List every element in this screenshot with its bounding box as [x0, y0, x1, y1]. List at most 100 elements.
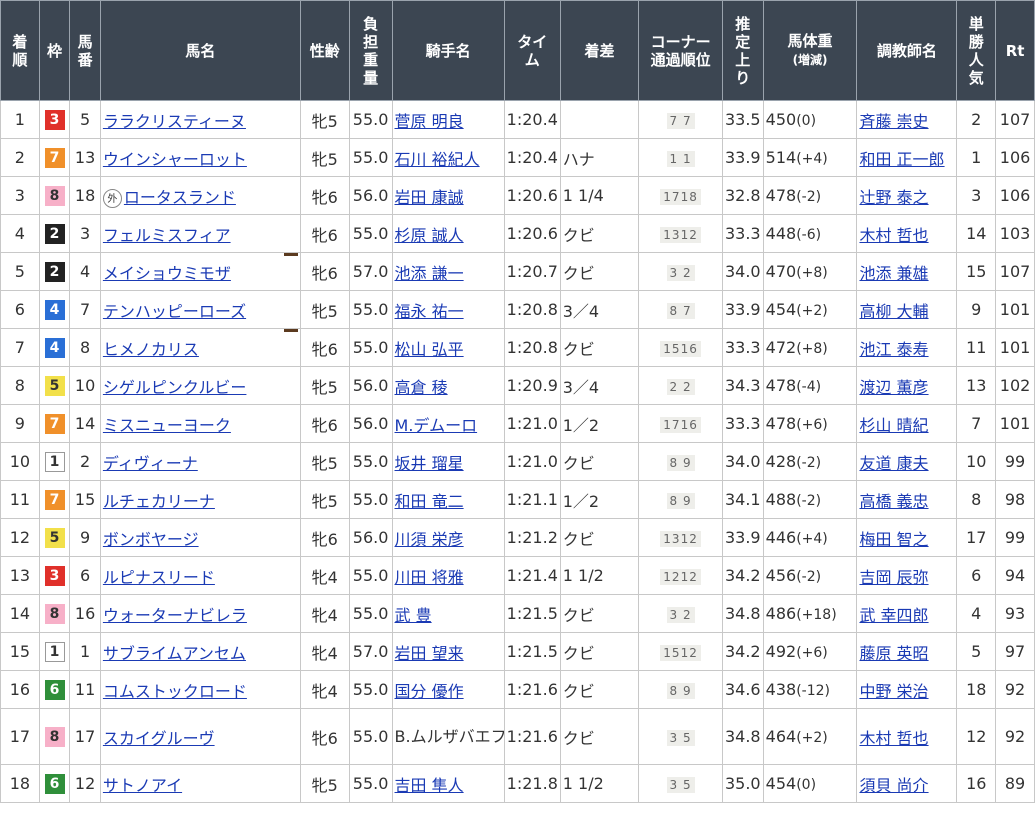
table-row: 4 2 3 フェルミスフィア 牝6 55.0 杉原 誠人 1:20.6 クビ 1312 33.3 44… [0, 214, 1035, 253]
header-bodyweight-text: (増減) [792, 53, 828, 67]
waku-cell: 6 [38, 670, 71, 709]
weight-cell: 55.0 [348, 100, 393, 139]
horse-name-link[interactable]: スカイグルーヴ [103, 729, 215, 748]
jockey-link[interactable]: 福永 祐一 [395, 302, 464, 321]
trainer-link[interactable]: 須貝 尚介 [859, 776, 928, 795]
horse-name-link[interactable]: ウインシャーロット [103, 150, 247, 169]
trainer-link[interactable]: 和田 正一郎 [859, 150, 944, 169]
weight-cell: 55.0 [348, 138, 393, 177]
agari-cell: 34.8 [721, 708, 764, 765]
trainer-link[interactable]: 木村 哲也 [859, 729, 928, 748]
jockey-link[interactable]: 松山 弘平 [395, 340, 464, 359]
jockey-link[interactable]: 杉原 誠人 [395, 226, 464, 245]
jockey-link[interactable]: 川須 栄彦 [395, 530, 464, 549]
header-sexage-text: 性齢 [309, 41, 340, 60]
table-row: 13 3 6 ルピナスリード 牝4 55.0 川田 将雅 1:21.4 1 1/2 1212 34.… [0, 556, 1035, 595]
body-weight-value: 438 [765, 680, 797, 699]
horse-name-link[interactable]: ディヴィーナ [103, 454, 198, 473]
horse-name-link[interactable]: ロータスランド [124, 188, 236, 207]
umaban-cell: 14 [69, 404, 101, 443]
jockey-link[interactable]: 吉田 隼人 [395, 776, 464, 795]
trainer-link[interactable]: 辻野 泰之 [859, 188, 928, 207]
body-weight-cell: 486(+18) [762, 594, 858, 633]
margin-cell: クビ [559, 708, 640, 765]
horse-name-link[interactable]: サブライムアンセム [103, 644, 246, 663]
jockey-link[interactable]: 川田 将雅 [395, 568, 464, 587]
trainer-cell: 武 幸四郎 [856, 594, 958, 633]
time-cell: 1:21.5 [503, 632, 561, 671]
rank-cell: 18 [0, 764, 40, 803]
weight-cell: 57.0 [348, 252, 393, 291]
time-cell: 1:20.6 [503, 214, 561, 253]
trainer-link[interactable]: 中野 栄治 [859, 682, 928, 701]
body-weight-delta: (-2) [796, 493, 822, 509]
trainer-link[interactable]: 斉藤 崇史 [859, 112, 928, 131]
jockey-link[interactable]: 岩田 望来 [395, 644, 464, 663]
horse-name-link[interactable]: ヒメノカリス [103, 340, 199, 359]
jockey-link[interactable]: 坂井 瑠星 [395, 454, 464, 473]
jockey-link[interactable]: M.デムーロ [395, 416, 478, 435]
jockey-link[interactable]: 石川 裕紀人 [395, 150, 480, 169]
horse-name-link[interactable]: コムストックロード [103, 682, 247, 701]
time-cell: 1:21.1 [503, 480, 561, 519]
rating-cell: 101 [995, 328, 1035, 367]
horse-name-link[interactable]: テンハッピーローズ [103, 302, 246, 321]
trainer-link[interactable]: 友道 康夫 [859, 454, 928, 473]
jockey-link[interactable]: 和田 竜二 [395, 492, 464, 511]
margin-cell: クビ [559, 442, 640, 481]
header-weight-text: 負 [363, 14, 379, 33]
horse-name-link[interactable]: メイショウミモザ [103, 264, 231, 283]
popularity-cell: 14 [956, 214, 997, 253]
trainer-link[interactable]: 池江 泰寿 [859, 340, 928, 359]
margin-cell: 3／4 [559, 366, 640, 405]
sex-age-cell: 牝4 [299, 556, 350, 595]
rank-cell: 10 [0, 442, 40, 481]
race-results-table: 着順枠馬番馬名 性齢負担重量騎手名 タイム着差 コーナー 通過順位推定上り馬体重 (増減)… [0, 0, 1035, 803]
trainer-link[interactable]: 池添 兼雄 [859, 264, 928, 283]
jockey-link[interactable]: 菅原 明良 [395, 112, 464, 131]
header-time-text: タイ [517, 32, 548, 51]
corner-positions: 8 9 [666, 683, 695, 699]
umaban-cell: 3 [69, 214, 101, 253]
jockey-link[interactable]: 高倉 稜 [395, 378, 448, 397]
trainer-link[interactable]: 渡辺 薫彦 [859, 378, 928, 397]
horse-name-link[interactable]: シゲルピンクルビー [103, 378, 247, 397]
horse-name-link[interactable]: ルチェカリーナ [103, 492, 215, 511]
corner-positions: 8 9 [666, 455, 695, 471]
header-agari-text: 定 [735, 32, 751, 51]
horse-name-link[interactable]: ウォーターナビレラ [103, 606, 247, 625]
trainer-link[interactable]: 高橋 義忠 [859, 492, 928, 511]
trainer-link[interactable]: 杉山 晴紀 [859, 416, 928, 435]
corner-cell: 1 1 [638, 138, 723, 177]
horse-name-link[interactable]: ルピナスリード [103, 568, 215, 587]
jockey-cell: 杉原 誠人 [391, 214, 505, 253]
popularity-cell: 3 [956, 176, 997, 215]
agari-cell: 33.3 [721, 328, 764, 367]
rating-cell: 101 [995, 290, 1035, 329]
body-weight-cell: 428(-2) [762, 442, 858, 481]
jockey-link[interactable]: 武 豊 [395, 606, 432, 625]
jockey-link[interactable]: 池添 謙一 [395, 264, 464, 283]
jockey-link[interactable]: 国分 優作 [395, 682, 464, 701]
agari-cell: 33.3 [721, 404, 764, 443]
trainer-link[interactable]: 木村 哲也 [859, 226, 928, 245]
horse-name-link[interactable]: ララクリスティーヌ [103, 112, 246, 131]
trainer-link[interactable]: 武 幸四郎 [859, 606, 928, 625]
popularity-cell: 13 [956, 366, 997, 405]
corner-cell: 2 2 [638, 366, 723, 405]
horse-name-link[interactable]: ボンボヤージ [103, 530, 199, 549]
trainer-link[interactable]: 吉岡 辰弥 [859, 568, 928, 587]
time-cell: 1:21.2 [503, 518, 561, 557]
horse-name-link[interactable]: ミスニューヨーク [103, 416, 231, 435]
umaban-cell: 6 [69, 556, 101, 595]
jockey-link[interactable]: 岩田 康誠 [395, 188, 464, 207]
horse-name-link[interactable]: サトノアイ [103, 776, 182, 795]
horse-name-cell: ルピナスリード [99, 556, 301, 595]
trainer-link[interactable]: 高柳 大輔 [859, 302, 928, 321]
waku-badge: 8 [44, 186, 65, 206]
trainer-link[interactable]: 梅田 智之 [859, 530, 928, 549]
rank-cell: 4 [0, 214, 40, 253]
rank-cell: 3 [0, 176, 40, 215]
horse-name-link[interactable]: フェルミスフィア [103, 226, 231, 245]
trainer-link[interactable]: 藤原 英昭 [859, 644, 928, 663]
